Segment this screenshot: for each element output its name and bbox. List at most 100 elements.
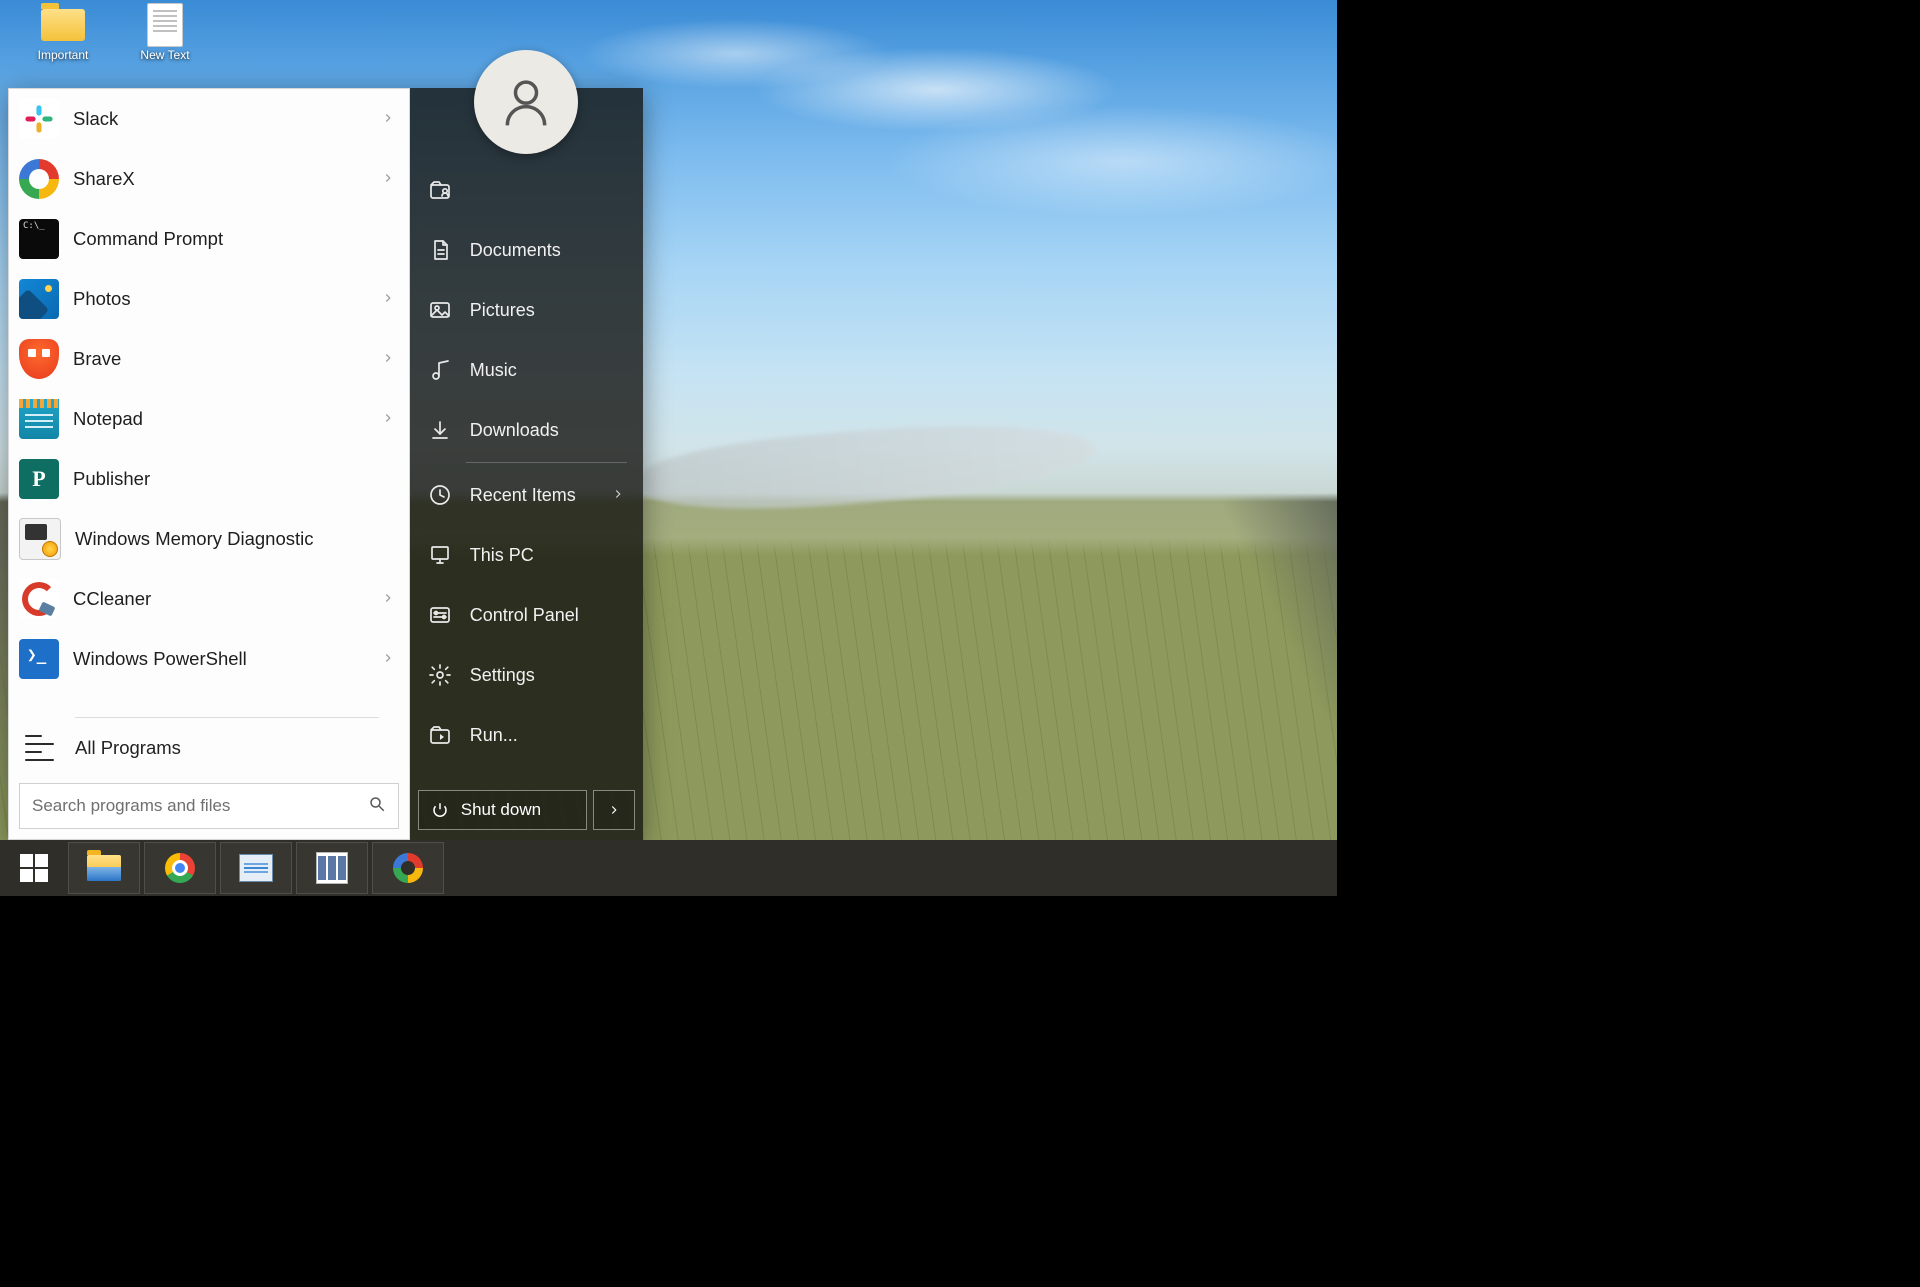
publisher-icon: P xyxy=(19,459,59,499)
start-menu-left-panel: Slack ShareX Command Prompt Photos Brave xyxy=(8,88,410,840)
right-item-music[interactable]: Music xyxy=(410,340,643,400)
taskbar xyxy=(0,840,1337,896)
right-item-label: Run... xyxy=(470,725,518,746)
right-item-label: Downloads xyxy=(470,420,559,441)
right-item-pictures[interactable]: Pictures xyxy=(410,280,643,340)
start-button[interactable] xyxy=(4,843,64,893)
app-brave[interactable]: Brave xyxy=(9,329,409,389)
notepad-icon xyxy=(19,399,59,439)
right-item-label: Recent Items xyxy=(470,485,576,506)
desktop-icon-label: Important xyxy=(38,48,89,62)
search-input[interactable]: Search programs and files xyxy=(19,783,399,829)
app-label: Slack xyxy=(73,108,118,130)
music-icon xyxy=(428,358,452,382)
right-item-settings[interactable]: Settings xyxy=(410,645,643,705)
memory-diagnostic-icon xyxy=(19,518,61,560)
task-manager-icon xyxy=(239,854,273,882)
right-item-label: This PC xyxy=(470,545,534,566)
open-shell-button[interactable] xyxy=(296,842,368,894)
text-file-icon xyxy=(147,3,183,47)
app-publisher[interactable]: P Publisher xyxy=(9,449,409,509)
chevron-right-icon xyxy=(381,408,395,430)
desktop-icon-important[interactable]: Important xyxy=(24,6,102,62)
sharex-button[interactable] xyxy=(372,842,444,894)
app-label: ShareX xyxy=(73,168,135,190)
app-ccleaner[interactable]: CCleaner xyxy=(9,569,409,629)
app-label: Brave xyxy=(73,348,121,370)
all-programs-icon xyxy=(25,735,55,761)
document-icon xyxy=(428,238,452,262)
all-programs-label: All Programs xyxy=(75,737,181,759)
app-label: Windows Memory Diagnostic xyxy=(75,528,314,550)
start-menu-app-list: Slack ShareX Command Prompt Photos Brave xyxy=(9,89,409,717)
right-item-label: Settings xyxy=(470,665,535,686)
app-notepad[interactable]: Notepad xyxy=(9,389,409,449)
picture-icon xyxy=(428,298,452,322)
right-item-label: Documents xyxy=(470,240,561,261)
recent-icon xyxy=(428,483,452,507)
right-item-label: Pictures xyxy=(470,300,535,321)
open-shell-icon xyxy=(316,852,348,884)
file-explorer-icon xyxy=(87,855,121,881)
ccleaner-icon xyxy=(19,579,59,619)
user-folder-icon xyxy=(428,178,452,202)
desktop-icon-label: New Text xyxy=(140,48,189,62)
folder-icon xyxy=(41,9,85,41)
search-placeholder: Search programs and files xyxy=(32,796,230,816)
app-photos[interactable]: Photos xyxy=(9,269,409,329)
control-panel-icon xyxy=(428,603,452,627)
right-item-documents[interactable]: Documents xyxy=(410,220,643,280)
right-item-user-folder[interactable] xyxy=(410,160,643,220)
run-icon xyxy=(428,723,452,747)
divider xyxy=(466,462,627,463)
chevron-right-icon xyxy=(611,485,625,506)
app-label: Windows PowerShell xyxy=(73,648,247,670)
shutdown-label: Shut down xyxy=(461,800,541,820)
app-sharex[interactable]: ShareX xyxy=(9,149,409,209)
task-manager-button[interactable] xyxy=(220,842,292,894)
download-icon xyxy=(428,418,452,442)
right-item-downloads[interactable]: Downloads xyxy=(410,400,643,460)
shutdown-button[interactable]: Shut down xyxy=(418,790,587,830)
start-menu-right-panel: Documents Pictures Music Downloads xyxy=(410,88,643,840)
chrome-icon xyxy=(165,853,195,883)
chevron-right-icon xyxy=(381,288,395,310)
right-item-control-panel[interactable]: Control Panel xyxy=(410,585,643,645)
app-command-prompt[interactable]: Command Prompt xyxy=(9,209,409,269)
chevron-right-icon xyxy=(381,168,395,190)
app-label: Publisher xyxy=(73,468,150,490)
right-item-recent-items[interactable]: Recent Items xyxy=(410,465,643,525)
shutdown-group: Shut down xyxy=(418,790,635,830)
chevron-right-icon xyxy=(381,588,395,610)
powershell-icon xyxy=(19,639,59,679)
chevron-right-icon xyxy=(381,348,395,370)
right-item-label: Control Panel xyxy=(470,605,579,626)
sharex-icon xyxy=(393,853,423,883)
app-label: Notepad xyxy=(73,408,143,430)
user-icon xyxy=(498,74,554,130)
power-icon xyxy=(431,801,449,819)
user-avatar[interactable] xyxy=(474,50,578,154)
brave-icon xyxy=(19,339,59,379)
sharex-icon xyxy=(19,159,59,199)
chevron-right-icon xyxy=(381,648,395,670)
all-programs-button[interactable]: All Programs xyxy=(9,718,409,777)
right-item-run[interactable]: Run... xyxy=(410,705,643,765)
right-item-this-pc[interactable]: This PC xyxy=(410,525,643,585)
app-windows-memory-diagnostic[interactable]: Windows Memory Diagnostic xyxy=(9,509,409,569)
app-label: Command Prompt xyxy=(73,228,223,250)
app-label: Photos xyxy=(73,288,131,310)
slack-icon xyxy=(19,99,59,139)
right-item-label: Music xyxy=(470,360,517,381)
desktop-icon-new-text[interactable]: New Text xyxy=(126,6,204,62)
settings-icon xyxy=(428,663,452,687)
shutdown-options-button[interactable] xyxy=(593,790,635,830)
chrome-button[interactable] xyxy=(144,842,216,894)
this-pc-icon xyxy=(428,543,452,567)
app-slack[interactable]: Slack xyxy=(9,89,409,149)
search-icon xyxy=(368,795,386,818)
file-explorer-button[interactable] xyxy=(68,842,140,894)
app-windows-powershell[interactable]: Windows PowerShell xyxy=(9,629,409,689)
windows-logo-icon xyxy=(20,854,48,882)
app-label: CCleaner xyxy=(73,588,151,610)
